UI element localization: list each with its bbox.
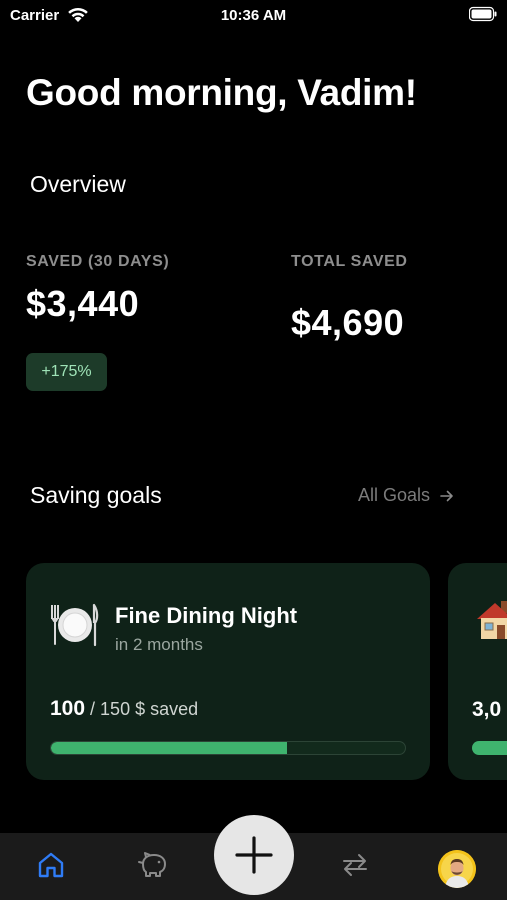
status-time: 10:36 AM [220, 7, 287, 24]
greeting-title: Good morning, Vadim! [26, 72, 417, 113]
goal-card-fine-dining[interactable]: Fine Dining Night in 2 months 100 / 150 … [26, 563, 430, 780]
goal-time-left: in 2 months [115, 635, 203, 654]
saving-goals-heading: Saving goals [30, 482, 162, 508]
total-saved-label: TOTAL SAVED [291, 253, 408, 270]
transfer-icon [343, 854, 367, 876]
goal-progress-fill [51, 742, 288, 754]
piggy-bank-icon [138, 852, 166, 877]
tab-savings[interactable] [136, 848, 170, 882]
status-bar: Carrier 10:36 AM [0, 0, 507, 32]
goal-saved-line: 100 / 150 $ saved [50, 697, 198, 721]
plate-icon [51, 603, 99, 647]
tab-transfers[interactable] [338, 848, 372, 882]
goal-progress-bar [472, 741, 507, 755]
house-icon [477, 601, 507, 639]
saved-30-days-value: $3,440 [26, 283, 140, 324]
goal-saved-amount: 3,0 [472, 698, 502, 721]
avatar-image [438, 850, 476, 888]
home-icon [38, 852, 64, 878]
avatar[interactable] [438, 850, 476, 888]
goal-target-text: / 150 $ saved [85, 699, 199, 719]
goal-name: Fine Dining Night [115, 603, 298, 628]
overview-heading: Overview [30, 171, 126, 197]
arrow-right-icon [440, 490, 453, 501]
change-badge: +175% [26, 353, 107, 391]
total-saved-value: $4,690 [291, 302, 405, 343]
add-button[interactable] [214, 815, 294, 895]
goal-card-house[interactable]: 3,0 [448, 563, 507, 780]
battery-icon [469, 6, 497, 22]
tab-home[interactable] [34, 848, 68, 882]
goal-saved-amount: 100 [50, 697, 86, 720]
all-goals-label: All Goals [358, 485, 431, 505]
goal-progress-bar [50, 741, 406, 755]
plus-icon [235, 836, 273, 874]
saved-30-days-label: SAVED (30 DAYS) [26, 253, 170, 270]
all-goals-link[interactable]: All Goals [358, 485, 454, 506]
